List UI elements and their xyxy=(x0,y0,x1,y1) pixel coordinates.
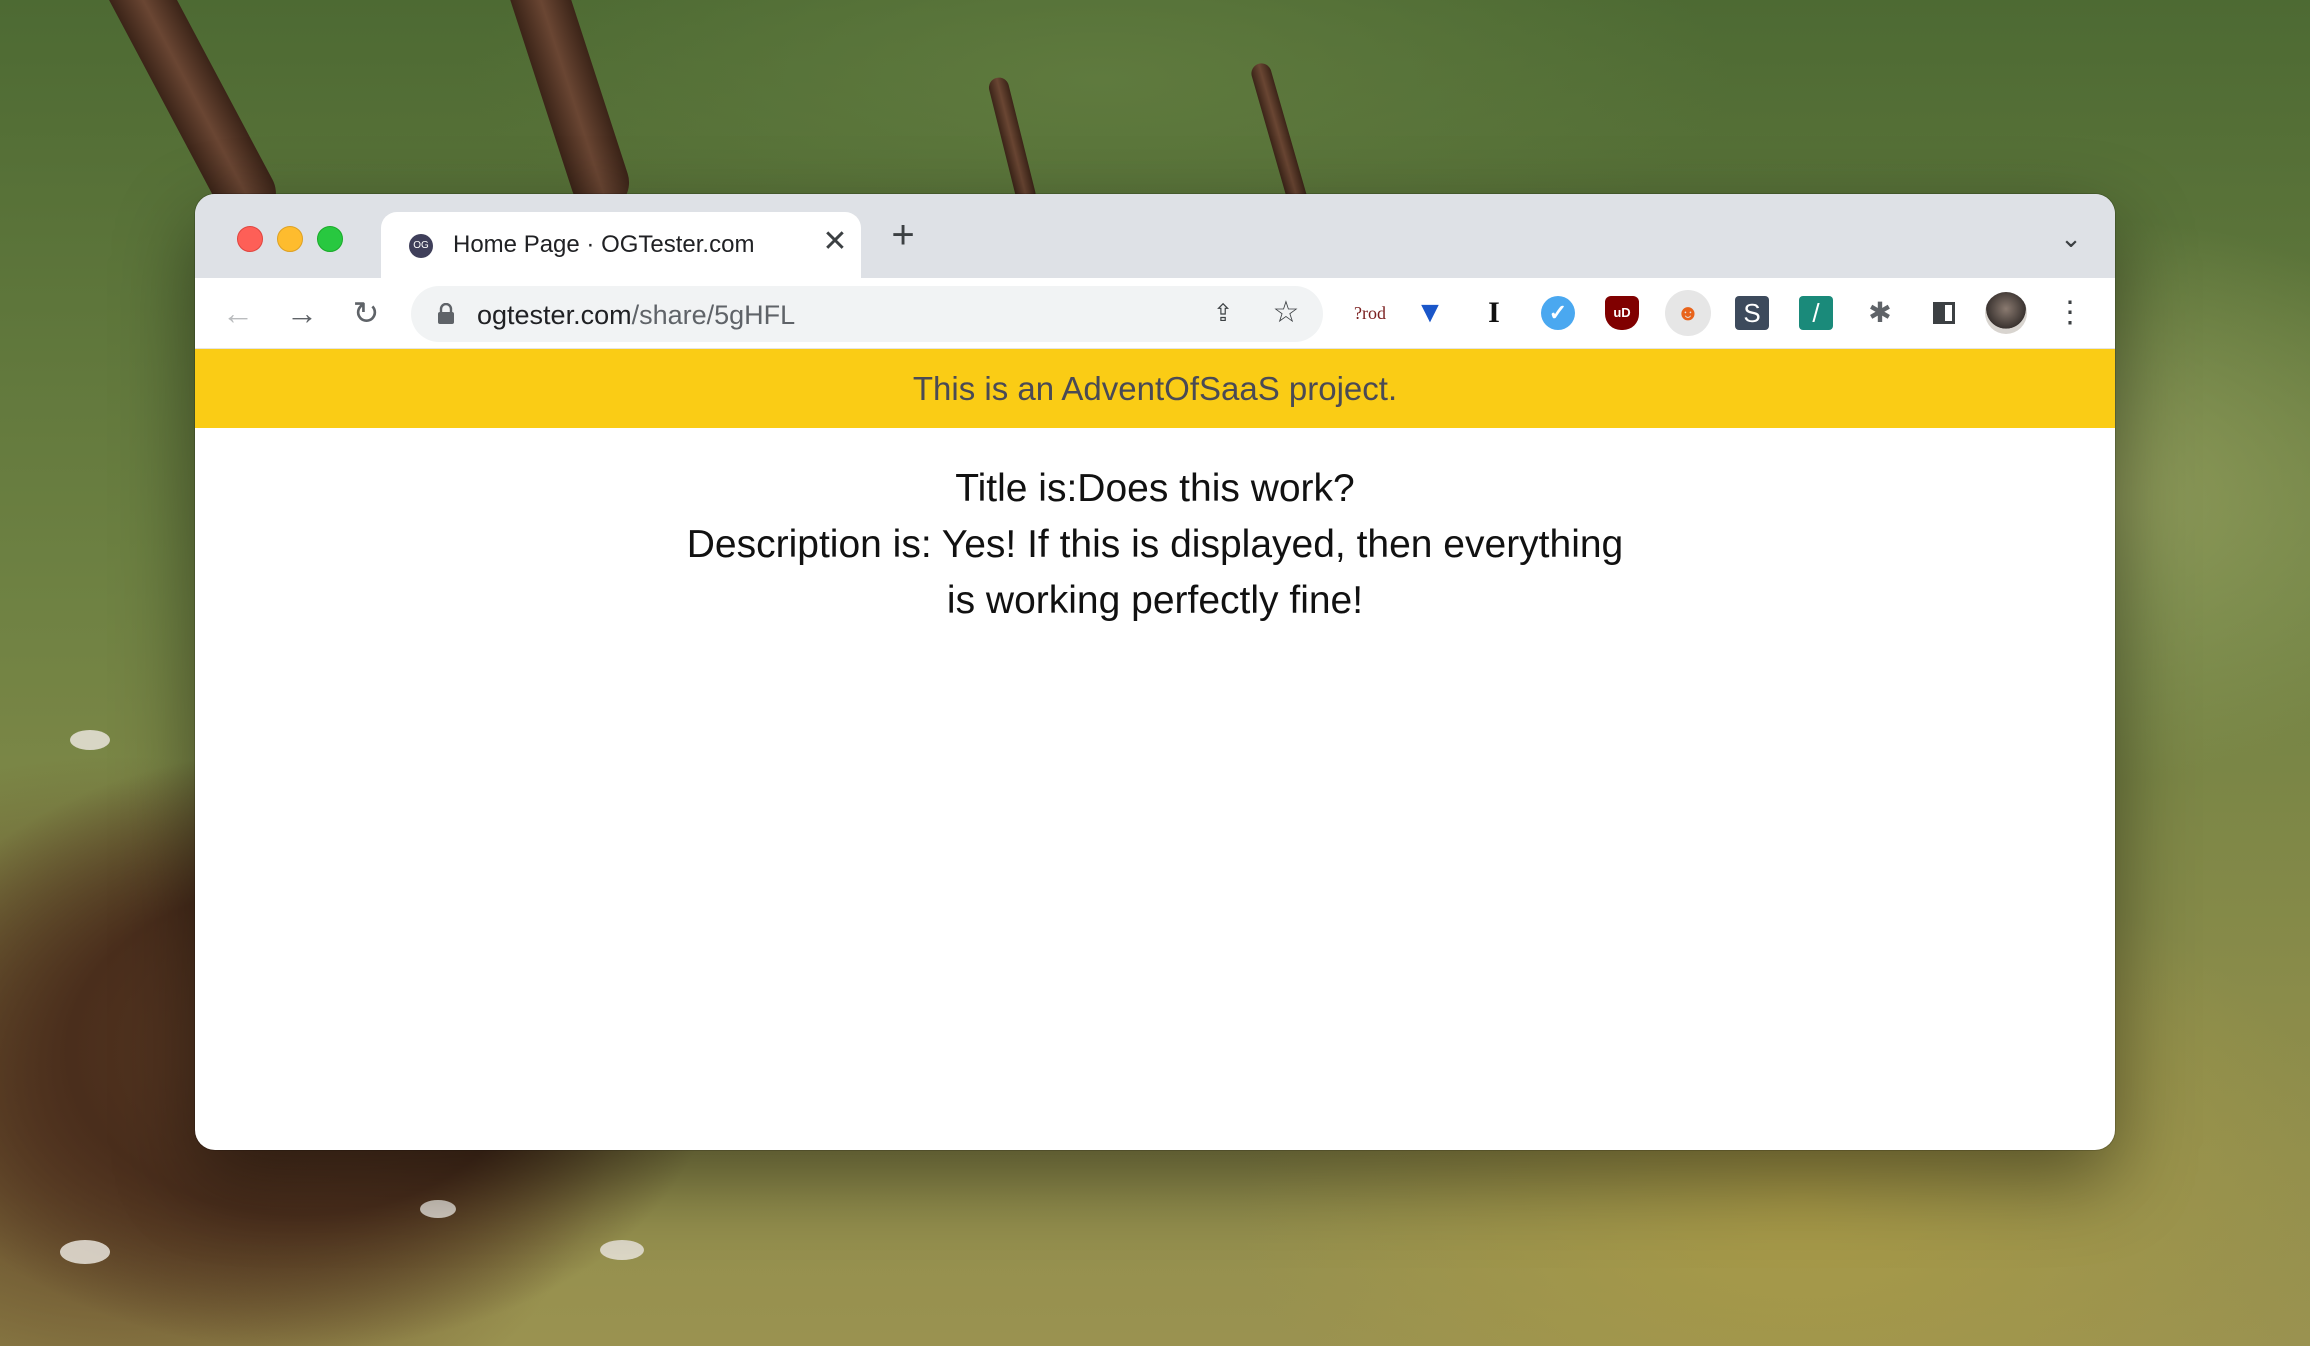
prod-extension-icon[interactable]: ?rod xyxy=(1347,296,1393,330)
lock-icon[interactable] xyxy=(437,303,455,325)
profile-avatar[interactable] xyxy=(1985,292,2027,334)
ublock-extension-icon[interactable]: uD xyxy=(1605,296,1639,330)
back-arrow-icon[interactable]: ← xyxy=(217,292,259,334)
tab-home-page[interactable]: OG Home Page · OGTester.com ✕ xyxy=(381,212,861,278)
wallpaper-spot xyxy=(600,1240,644,1260)
gem-extension-icon[interactable]: ▼ xyxy=(1413,296,1447,330)
maximize-window-button[interactable] xyxy=(317,226,343,252)
browser-window: OG Home Page · OGTester.com ✕ + ⌄ ← → ↻ … xyxy=(195,194,2115,1150)
url-domain: ogtester.com xyxy=(477,300,632,330)
wallpaper-antler xyxy=(1249,61,1310,211)
wallpaper-spot xyxy=(70,730,110,750)
og-favicon-icon: OG xyxy=(409,234,433,258)
browser-toolbar: ← → ↻ ogtester.com/share/5gHFL ⇪ ☆ ?rod … xyxy=(195,278,2115,349)
wallpaper-spot xyxy=(60,1240,110,1264)
share-icon[interactable]: ⇪ xyxy=(1207,298,1239,330)
close-tab-icon[interactable]: ✕ xyxy=(817,224,853,260)
tab-strip: OG Home Page · OGTester.com ✕ + ⌄ xyxy=(195,194,2115,278)
robot-extension-icon[interactable]: ☻ xyxy=(1665,290,1711,336)
url-path: /share/5gHFL xyxy=(631,300,796,330)
url-text[interactable]: ogtester.com/share/5gHFL xyxy=(477,300,795,331)
new-tab-button[interactable]: + xyxy=(883,215,923,256)
side-panel-icon[interactable] xyxy=(1927,296,1961,330)
more-menu-icon[interactable]: ⋮ xyxy=(2055,292,2085,334)
wallpaper-spot xyxy=(420,1200,456,1218)
wallpaper-antler xyxy=(986,75,1038,207)
v-extension-icon[interactable]: ✓ xyxy=(1541,296,1575,330)
tab-title: Home Page · OGTester.com xyxy=(453,231,755,258)
tab-search-chevron-icon[interactable]: ⌄ xyxy=(2055,222,2087,254)
close-window-button[interactable] xyxy=(237,226,263,252)
puzzle-extensions-icon[interactable]: ✱ xyxy=(1863,296,1897,330)
bookmark-star-icon[interactable]: ☆ xyxy=(1269,296,1303,330)
slash-extension-icon[interactable]: / xyxy=(1799,296,1833,330)
page-content: Title is:Does this work? Description is:… xyxy=(195,428,2115,629)
reload-icon[interactable]: ↻ xyxy=(345,292,387,334)
minimize-window-button[interactable] xyxy=(277,226,303,252)
wallpaper-antler xyxy=(497,0,637,219)
title-line: Title is:Does this work? xyxy=(955,467,1355,510)
advent-banner: This is an AdventOfSaaS project. xyxy=(195,349,2115,428)
i-extension-icon[interactable]: I xyxy=(1477,296,1511,330)
address-bar[interactable]: ogtester.com/share/5gHFL ⇪ ☆ xyxy=(411,286,1323,342)
forward-arrow-icon[interactable]: → xyxy=(281,292,323,334)
description-line: Description is: Yes! If this is displaye… xyxy=(686,523,1624,622)
s-extension-icon[interactable]: S xyxy=(1735,296,1769,330)
